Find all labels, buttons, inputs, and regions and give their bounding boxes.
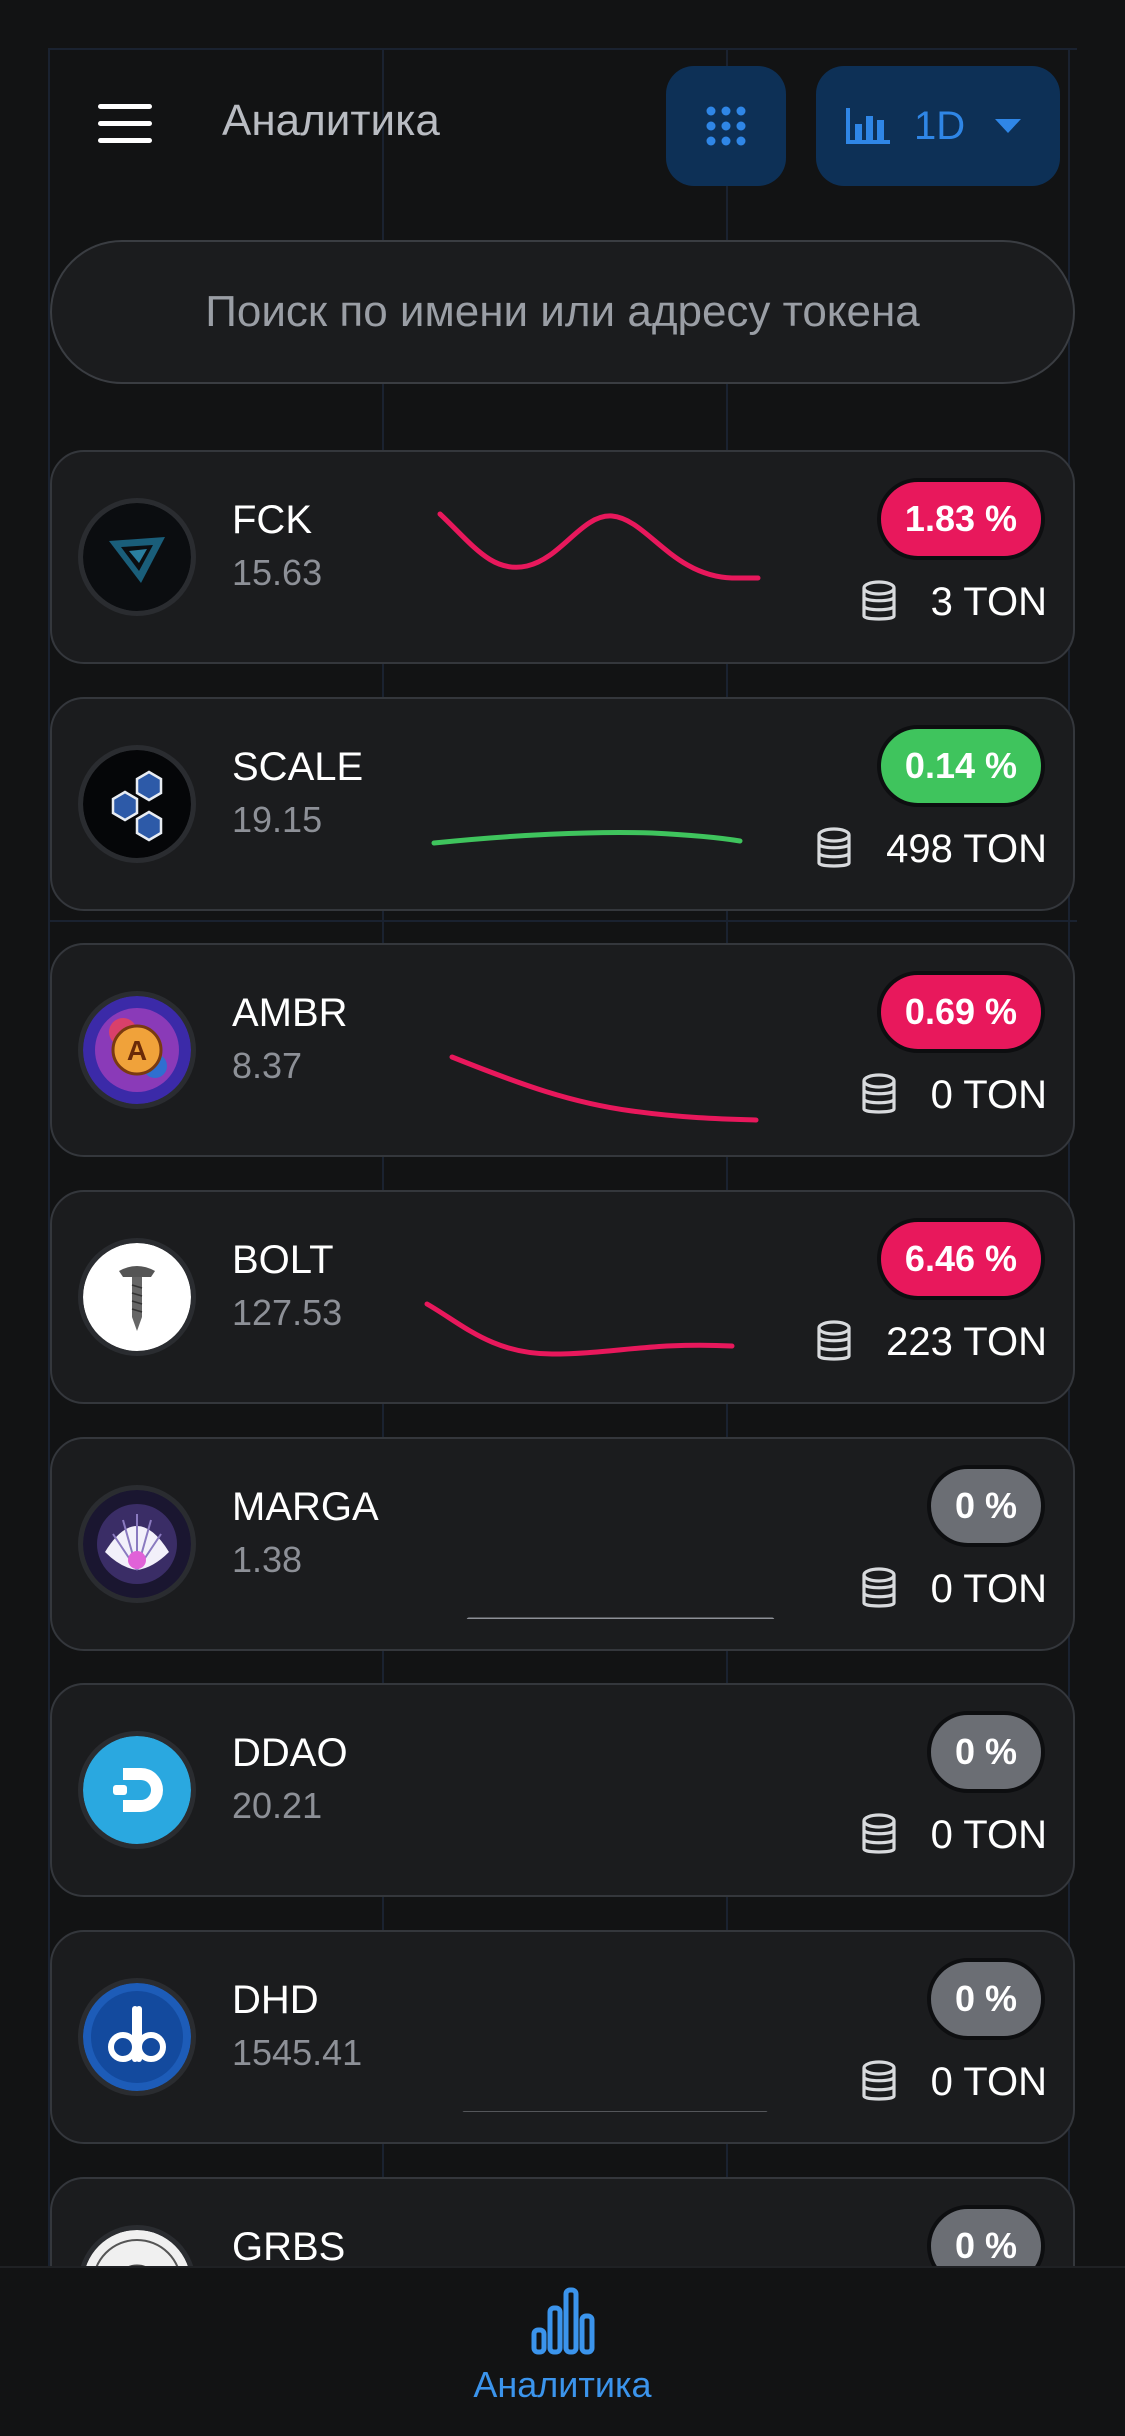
token-card-ddao[interactable]: DDAO 20.21 0 % 0 TON [50,1683,1075,1897]
period-value: 1D [914,103,966,148]
period-select[interactable]: 1D [816,66,1060,186]
price-sparkline [431,830,743,846]
nav-label: Аналитика [473,2364,652,2405]
bottom-navigation: Аналитика [0,2266,1125,2436]
token-name: GRBS [232,2225,346,2269]
volume-value: 3 TON [930,579,1047,624]
change-badge: 0.14 % [876,725,1045,807]
hamburger-menu-icon[interactable] [98,104,154,144]
volume: 498 TON [816,819,1047,879]
token-name: DDAO [232,1731,348,1775]
token-price: 8.37 [232,1045,303,1086]
token-price: 127.53 [232,1292,343,1333]
price-sparkline [449,1054,759,1123]
token-card-scale[interactable]: SCALE 19.15 0.14 % 498 TON [50,697,1075,911]
ddao-logo-icon [83,1736,191,1844]
volume-value: 223 TON [886,1319,1047,1364]
change-badge: 0.69 % [876,971,1045,1053]
token-card-fck[interactable]: FCK 15.63 1.83 % 3 TON [50,450,1075,664]
analytics-bars-icon [531,2287,594,2355]
token-avatar [78,498,196,616]
nav-item-analytics[interactable]: Аналитика [0,2286,1125,2406]
coins-icon [862,1813,896,1854]
caret-down-icon [995,119,1022,133]
coins-icon [862,1073,896,1114]
volume: 223 TON [816,1312,1047,1372]
coins-icon [862,580,896,621]
change-badge: 6.46 % [876,1218,1045,1300]
volume-value: 0 TON [930,1566,1047,1611]
volume-value: 498 TON [886,826,1047,871]
coins-icon [862,1567,896,1608]
volume: 3 TON [861,572,1047,632]
token-avatar [78,1485,196,1603]
marga-logo-icon [83,1490,191,1598]
token-price: 1.38 [232,1539,303,1580]
fck-logo-icon [83,503,191,611]
price-sparkline [437,511,761,581]
bolt-logo-icon [83,1243,191,1351]
volume-value: 0 TON [930,1072,1047,1117]
grid-line [1068,48,1070,2266]
volume: 0 TON [861,2052,1047,2112]
token-name: SCALE [232,745,364,789]
coins-icon [817,827,851,868]
coins-icon [817,1320,851,1361]
token-avatar [78,1238,196,1356]
search-placeholder: Поиск по имени или адресу токена [205,287,920,336]
change-badge: 0 % [926,1958,1045,2040]
change-badge: 1.83 % [876,478,1045,560]
token-price: 20.21 [232,1785,323,1826]
app-screen: Аналитика 1D Поиск по имени или адресу т… [0,0,1125,2436]
volume: 0 TON [861,1065,1047,1125]
token-avatar [78,1978,196,2096]
top-app-bar: Аналитика 1D [50,66,1075,186]
token-card-dhd[interactable]: DHD 1545.41 0 % 0 TON [50,1930,1075,2144]
volume: 0 TON [861,1559,1047,1619]
ambr-logo-icon: A [83,996,191,1104]
svg-text:A: A [127,1035,147,1066]
price-sparkline [424,1301,735,1357]
grid-line [48,920,1077,922]
change-badge: 0 % [926,1465,1045,1547]
token-price: 1545.41 [232,2032,363,2073]
grid-line [48,48,50,2266]
token-name: MARGA [232,1485,379,1529]
token-card-marga[interactable]: MARGA 1.38 0 % 0 TON [50,1437,1075,1651]
dhd-logo-icon [83,1983,191,2091]
token-avatar [78,745,196,863]
scale-logo-icon [83,750,191,858]
bar-chart-icon [846,108,890,144]
price-sparkline [422,1725,792,1865]
change-badge: 0 % [926,1711,1045,1793]
token-card-bolt[interactable]: BOLT 127.53 6.46 % 223 TON [50,1190,1075,1404]
grid-line [48,48,1077,50]
volume-value: 0 TON [930,2059,1047,2104]
price-sparkline [466,1617,775,1619]
token-price: 15.63 [232,552,323,593]
coins-icon [862,2060,896,2101]
token-avatar [78,1731,196,1849]
token-name: DHD [232,1978,319,2022]
dots-grid-icon [706,106,746,146]
token-price: 19.15 [232,799,323,840]
token-name: BOLT [232,1238,334,1282]
token-name: FCK [232,498,312,542]
token-name: AMBR [232,991,348,1035]
price-sparkline [462,2111,768,2112]
token-card-ambr[interactable]: A AMBR 8.37 0.69 % 0 TON [50,943,1075,1157]
volume-value: 0 TON [930,1812,1047,1857]
token-avatar: A [78,991,196,1109]
search-input[interactable]: Поиск по имени или адресу токена [50,240,1075,384]
grid-view-button[interactable] [666,66,786,186]
page-title: Аналитика [222,96,440,145]
volume: 0 TON [861,1805,1047,1865]
